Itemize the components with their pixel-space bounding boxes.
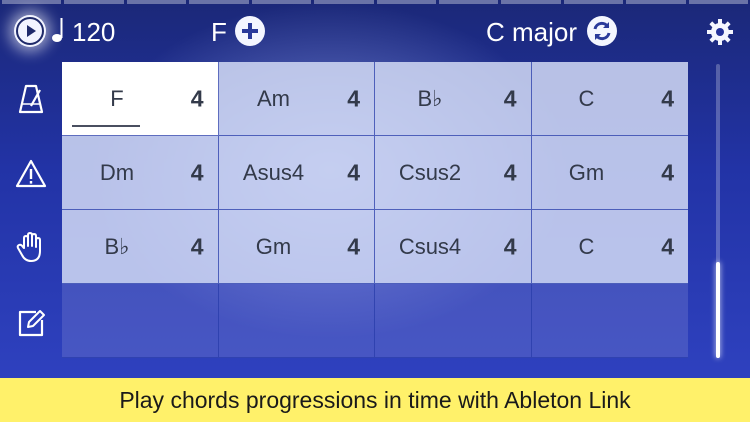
banner-text: Play chords progressions in time with Ab… [119,386,631,413]
chord-name: Csus2 [398,159,462,185]
chord-cell[interactable]: Gm 4 [531,136,688,210]
play-button[interactable] [14,15,46,47]
chord-beats: 4 [503,233,517,259]
strip-segment [688,0,749,4]
empty-chord-cell[interactable] [531,284,688,358]
chord-cell[interactable]: F 4 [62,62,219,136]
chord-name: B♭ [104,233,130,259]
strip-segment [501,0,561,4]
chord-grid: F 4 Am 4 B♭ 4 C 4 Dm 4 Asus4 4 Csus2 4 G… [62,62,688,358]
strip-segment [314,0,374,4]
chord-name: C [578,233,595,259]
empty-chord-cell[interactable] [62,284,219,358]
promo-banner: Play chords progressions in time with Ab… [0,378,750,422]
refresh-icon [593,21,611,41]
metronome-icon[interactable] [14,82,48,116]
play-icon [16,17,44,45]
strip-segment [126,0,187,4]
chord-beats: 4 [661,159,674,185]
chord-name: Dm [99,159,135,185]
top-bar: 120 F C major [0,6,750,56]
strip-segment [2,0,62,4]
left-toolbar [0,62,60,362]
gear-icon[interactable] [705,17,735,47]
chord-beats: 4 [661,233,674,259]
empty-chord-cell[interactable] [375,284,532,358]
selection-underline [72,125,140,127]
chord-cell[interactable]: B♭ 4 [62,210,219,284]
empty-chord-cell[interactable] [218,284,375,358]
chord-cell[interactable]: Dm 4 [62,136,219,210]
chord-cell[interactable]: Am 4 [218,62,375,136]
scale-label[interactable]: C major [486,17,577,48]
strip-segment [251,0,312,4]
strip-segment [64,0,124,4]
chord-name: Gm [255,233,292,259]
hand-icon[interactable] [14,230,48,264]
strip-segment [563,0,624,4]
chord-beats: 4 [503,85,517,111]
chord-name: Asus4 [242,159,305,185]
chord-cell[interactable]: B♭ 4 [375,62,532,136]
chord-name: Am [257,85,290,111]
chord-name: Csus4 [398,233,462,259]
chord-name: B♭ [417,85,443,111]
chord-beats: 4 [661,85,674,111]
strip-segment [626,0,686,4]
warning-icon[interactable] [14,157,48,191]
chord-name: C [578,85,595,111]
strip-segment [189,0,249,4]
plus-icon [242,23,258,39]
edit-icon[interactable] [14,306,48,340]
refresh-scale-button[interactable] [587,16,617,46]
chord-key-label[interactable]: F [211,17,227,48]
tempo-value[interactable]: 120 [72,17,115,48]
chord-beats: 4 [503,159,517,185]
strip-segment [438,0,499,4]
scrollbar-thumb[interactable] [716,262,720,358]
strip-segment [376,0,436,4]
chord-cell[interactable]: Csus2 4 [375,136,532,210]
chord-beats: 4 [190,233,204,259]
chord-cell[interactable]: Asus4 4 [218,136,375,210]
music-note-icon [52,18,63,42]
chord-beats: 4 [190,85,204,111]
chord-name: F [110,85,124,111]
chord-beats: 4 [347,159,360,185]
chord-name: Gm [568,159,605,185]
chord-cell[interactable]: Csus4 4 [375,210,532,284]
chord-cell[interactable]: Gm 4 [218,210,375,284]
chord-cell[interactable]: C 4 [531,62,688,136]
chord-beats: 4 [347,85,360,111]
add-chord-button[interactable] [235,16,265,46]
chord-beats: 4 [347,233,360,259]
chord-cell[interactable]: C 4 [531,210,688,284]
chord-beats: 4 [190,159,204,185]
